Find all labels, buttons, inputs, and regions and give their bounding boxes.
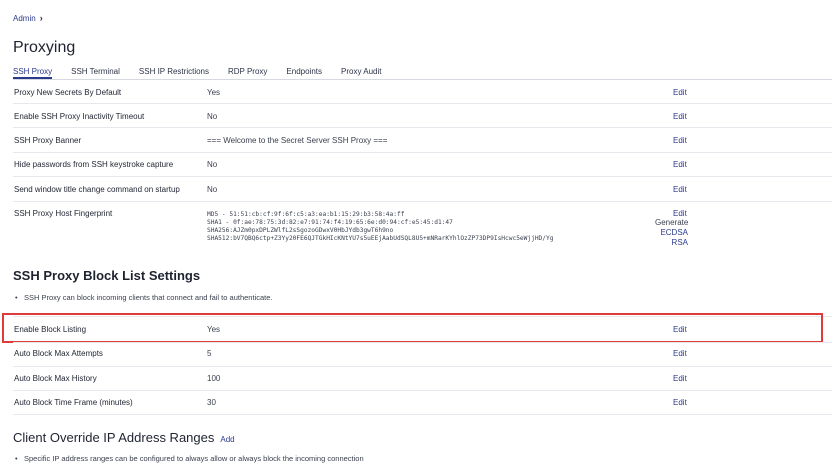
edit-link[interactable]: Edit (673, 209, 687, 218)
edit-link[interactable]: Edit (673, 160, 687, 169)
divider (13, 176, 832, 177)
divider (13, 152, 832, 153)
edit-link[interactable]: Edit (673, 112, 687, 121)
breadcrumb: Admin › (13, 13, 43, 23)
tab-ssh-ip-restrictions[interactable]: SSH IP Restrictions (139, 64, 209, 79)
setting-value: 30 (207, 398, 216, 407)
generate-rsa-link[interactable]: RSA (655, 238, 688, 248)
edit-link[interactable]: Edit (673, 88, 687, 97)
chevron-right-icon: › (39, 13, 43, 23)
divider (13, 366, 832, 367)
setting-value: === Welcome to the Secret Server SSH Pro… (207, 136, 388, 145)
override-section-title: Client Override IP Address Ranges (13, 430, 215, 445)
breadcrumb-admin-link[interactable]: Admin (13, 14, 36, 23)
block-list-section-title: SSH Proxy Block List Settings (13, 268, 201, 283)
setting-value: No (207, 112, 218, 121)
setting-value: Yes (207, 88, 221, 97)
setting-label: Hide passwords from SSH keystroke captur… (14, 160, 174, 169)
setting-label: Auto Block Max Attempts (14, 349, 103, 358)
setting-label: Auto Block Max History (14, 374, 97, 383)
divider (13, 414, 832, 415)
generate-ecdsa-link[interactable]: ECDSA (655, 228, 688, 238)
setting-label: Auto Block Time Frame (minutes) (14, 398, 133, 407)
setting-value: No (207, 185, 218, 194)
setting-label: SSH Proxy Banner (14, 136, 82, 145)
tab-rdp-proxy[interactable]: RDP Proxy (228, 64, 267, 79)
divider (13, 342, 832, 343)
divider (13, 127, 832, 128)
tab-bar: SSH Proxy SSH Terminal SSH IP Restrictio… (13, 64, 832, 80)
host-fingerprint-sha512: SHA512:bV7QBQ6ctp+Z3Yy20FE6QJTGkHIcKNtYU… (207, 235, 554, 242)
override-note: Specific IP address ranges can be config… (15, 454, 364, 463)
tab-ssh-terminal[interactable]: SSH Terminal (71, 64, 120, 79)
setting-value: 5 (207, 349, 212, 358)
override-section-header: Client Override IP Address Ranges Add (13, 430, 235, 445)
setting-label: Enable SSH Proxy Inactivity Timeout (14, 112, 145, 121)
edit-link[interactable]: Edit (673, 374, 687, 383)
setting-label: Proxy New Secrets By Default (14, 88, 122, 97)
tab-endpoints[interactable]: Endpoints (286, 64, 322, 79)
add-range-link[interactable]: Add (220, 435, 234, 444)
edit-link[interactable]: Edit (673, 136, 687, 145)
block-list-note: SSH Proxy can block incoming clients tha… (15, 293, 273, 302)
host-fingerprint-sha256: SHA256:AJZm0pxDPLZWlfL2sSgozoGDwxV0HbJYd… (207, 227, 394, 234)
divider (13, 201, 832, 202)
generate-label: Generate (655, 218, 689, 227)
fingerprint-generate-group: Generate ECDSA RSA (655, 218, 688, 248)
edit-link[interactable]: Edit (673, 185, 687, 194)
setting-label: SSH Proxy Host Fingerprint (14, 209, 113, 218)
divider (13, 103, 832, 104)
host-fingerprint-md5: MD5 - 51:51:cb:cf:9f:6f:c5:a3:ea:b1:15:2… (207, 211, 405, 218)
setting-value: 100 (207, 374, 221, 383)
host-fingerprint-sha1: SHA1 - 0f:ae:78:75:3d:82:e7:91:74:f4:19:… (207, 219, 453, 226)
highlight-box (2, 313, 823, 343)
tab-ssh-proxy[interactable]: SSH Proxy (13, 64, 53, 79)
divider (13, 390, 832, 391)
page-title: Proxying (13, 39, 76, 56)
setting-value: No (207, 160, 218, 169)
setting-label: Send window title change command on star… (14, 185, 180, 194)
edit-link[interactable]: Edit (673, 349, 687, 358)
tab-proxy-audit[interactable]: Proxy Audit (341, 64, 381, 79)
edit-link[interactable]: Edit (673, 398, 687, 407)
